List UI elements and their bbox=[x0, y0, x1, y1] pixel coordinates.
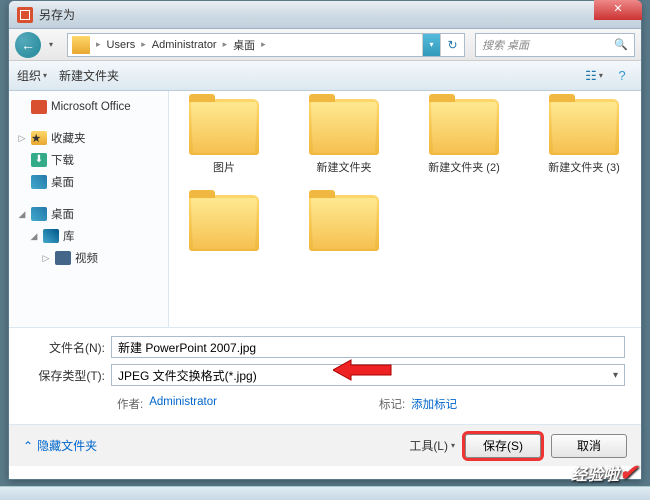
taskbar bbox=[0, 486, 650, 500]
star-icon: ★ bbox=[31, 131, 47, 145]
tools-menu[interactable]: 工具(L)▾ bbox=[409, 437, 455, 454]
tags-label: 标记: bbox=[379, 396, 405, 412]
folder-new1[interactable]: 新建文件夹 bbox=[299, 99, 389, 175]
folder-item[interactable] bbox=[179, 195, 269, 255]
sidebar-item-desktop2[interactable]: ◢桌面 bbox=[13, 203, 164, 225]
cancel-button[interactable]: 取消 bbox=[551, 434, 627, 458]
download-icon: ⬇ bbox=[31, 153, 47, 167]
search-placeholder: 搜索 桌面 bbox=[482, 37, 529, 53]
file-list[interactable]: 图片 新建文件夹 新建文件夹 (2) 新建文件夹 (3) bbox=[169, 91, 641, 327]
view-options-button[interactable]: ☷▾ bbox=[583, 66, 605, 86]
sidebar-item-downloads[interactable]: ⬇下载 bbox=[13, 149, 164, 171]
nav-pane: Microsoft Office ▷★收藏夹 ⬇下载 桌面 ◢桌面 ◢库 ▷视频 bbox=[9, 91, 169, 327]
dialog-footer: ⌃隐藏文件夹 工具(L)▾ 保存(S) 取消 bbox=[9, 424, 641, 466]
back-button[interactable]: ← bbox=[15, 32, 41, 58]
folder-item[interactable] bbox=[299, 195, 389, 255]
chevron-right-icon[interactable]: ▸ bbox=[221, 39, 230, 50]
save-as-dialog: 另存为 ✕ ← ▾ ▸ Users ▸ Administrator ▸ 桌面 ▸… bbox=[8, 0, 642, 480]
sidebar-item-favorites[interactable]: ▷★收藏夹 bbox=[13, 127, 164, 149]
chevron-right-icon[interactable]: ▸ bbox=[259, 39, 268, 50]
breadcrumb-users[interactable]: Users bbox=[103, 39, 140, 51]
breadcrumb-desktop[interactable]: 桌面 bbox=[229, 37, 259, 53]
desktop-icon bbox=[31, 207, 47, 221]
desktop-icon bbox=[31, 175, 47, 189]
office-icon bbox=[31, 100, 47, 114]
nav-toolbar: ← ▾ ▸ Users ▸ Administrator ▸ 桌面 ▸ ▾ ↻ 搜… bbox=[9, 29, 641, 61]
tags-value[interactable]: 添加标记 bbox=[411, 396, 457, 412]
help-button[interactable]: ? bbox=[611, 66, 633, 86]
chevron-up-icon: ⌃ bbox=[23, 439, 33, 453]
folder-pictures[interactable]: 图片 bbox=[179, 99, 269, 175]
sidebar-item-office[interactable]: Microsoft Office bbox=[13, 97, 164, 117]
author-label: 作者: bbox=[117, 396, 143, 412]
hide-folders-toggle[interactable]: ⌃隐藏文件夹 bbox=[23, 437, 97, 454]
folder-icon bbox=[72, 36, 90, 54]
form-panel: 文件名(N): 新建 PowerPoint 2007.jpg 保存类型(T): … bbox=[9, 327, 641, 424]
author-value[interactable]: Administrator bbox=[149, 396, 217, 412]
refresh-button[interactable]: ↻ bbox=[440, 34, 464, 56]
search-input[interactable]: 搜索 桌面 🔍 bbox=[475, 33, 635, 57]
search-icon: 🔍 bbox=[614, 38, 628, 51]
chevron-right-icon[interactable]: ▸ bbox=[139, 39, 148, 50]
sidebar-item-desktop[interactable]: 桌面 bbox=[13, 171, 164, 193]
chevron-right-icon[interactable]: ▸ bbox=[94, 39, 103, 50]
breadcrumb-admin[interactable]: Administrator bbox=[148, 39, 221, 51]
close-button[interactable]: ✕ bbox=[594, 0, 642, 20]
address-bar[interactable]: ▸ Users ▸ Administrator ▸ 桌面 ▸ ▾ ↻ bbox=[67, 33, 465, 57]
folder-new3[interactable]: 新建文件夹 (3) bbox=[539, 99, 629, 175]
new-folder-button[interactable]: 新建文件夹 bbox=[59, 67, 119, 84]
video-icon bbox=[55, 251, 71, 265]
window-title: 另存为 bbox=[39, 6, 75, 23]
address-dropdown[interactable]: ▾ bbox=[422, 34, 440, 56]
filetype-combo[interactable]: JPEG 文件交换格式(*.jpg) bbox=[111, 364, 625, 386]
command-bar: 组织▾ 新建文件夹 ☷▾ ? bbox=[9, 61, 641, 91]
nav-history-dropdown[interactable]: ▾ bbox=[45, 35, 57, 55]
save-button[interactable]: 保存(S) bbox=[465, 434, 541, 458]
filename-input[interactable]: 新建 PowerPoint 2007.jpg bbox=[111, 336, 625, 358]
folder-new2[interactable]: 新建文件夹 (2) bbox=[419, 99, 509, 175]
sidebar-item-libraries[interactable]: ◢库 bbox=[13, 225, 164, 247]
organize-menu[interactable]: 组织▾ bbox=[17, 67, 47, 84]
filename-label: 文件名(N): bbox=[25, 339, 111, 356]
library-icon bbox=[43, 229, 59, 243]
app-icon bbox=[17, 7, 33, 23]
sidebar-item-videos[interactable]: ▷视频 bbox=[13, 247, 164, 269]
titlebar[interactable]: 另存为 ✕ bbox=[9, 1, 641, 29]
filetype-label: 保存类型(T): bbox=[25, 367, 111, 384]
